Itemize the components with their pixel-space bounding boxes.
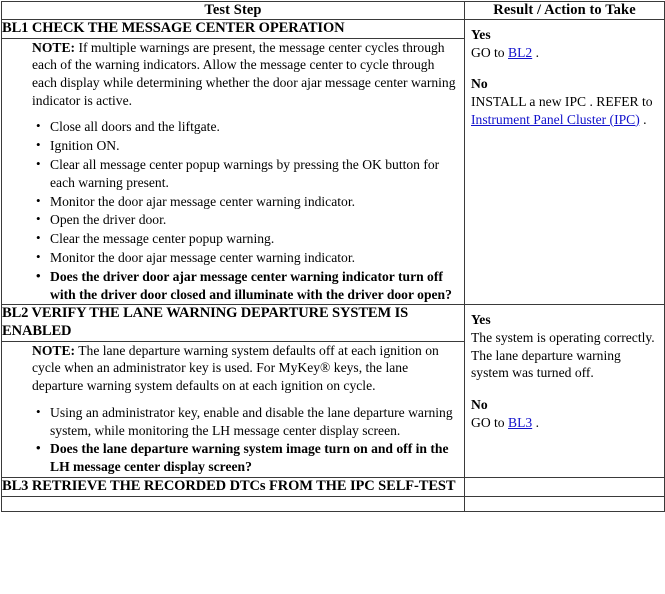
result-cell-bl1: Yes GO to BL2 . No INSTALL a new IPC . R… xyxy=(464,19,665,306)
step-body-bl1: NOTE: If multiple warnings are present, … xyxy=(1,37,465,306)
list-item: Clear all message center popup warnings … xyxy=(36,155,460,192)
link-bl3[interactable]: BL3 xyxy=(508,415,532,430)
result-no-label-bl2: No xyxy=(471,397,488,413)
result-yes-text-bl2: The system is operating correctly. The l… xyxy=(471,330,655,381)
result-cell-bl2: Yes The system is operating correctly. T… xyxy=(464,304,665,478)
step-body-bl2: NOTE: The lane departure warning system … xyxy=(1,340,465,478)
result-yes-text-bl1: GO to BL2 . xyxy=(471,44,658,62)
result-yes-label-bl1: Yes xyxy=(471,27,491,42)
result-cell-bl3 xyxy=(464,476,665,497)
result-spacer xyxy=(471,382,658,396)
result-yes-text-post-bl1: . xyxy=(532,44,539,60)
result-yes-label-bl2: Yes xyxy=(471,312,491,328)
table-row: BL3 RETRIEVE THE RECORDED DTCs FROM THE … xyxy=(1,476,665,497)
result-yes-text-pre-bl1: GO to xyxy=(471,44,509,60)
step-title-bl2: BL2 VERIFY THE LANE WARNING DEPARTURE SY… xyxy=(1,304,465,342)
note-bl1: NOTE: If multiple warnings are present, … xyxy=(2,39,464,110)
step-body-bl3 xyxy=(1,495,465,512)
note-label-bl1: NOTE: xyxy=(32,39,76,55)
list-item: Monitor the door ajar message center war… xyxy=(36,248,460,267)
step-question-bl2: Does the lane departure warning system i… xyxy=(36,439,460,476)
step-question-bl1: Does the driver door ajar message center… xyxy=(36,267,460,304)
result-cell-bl3-body xyxy=(464,495,665,512)
diagnostic-test-table: Test Step Result / Action to Take BL1 CH… xyxy=(1,1,665,512)
list-item: Ignition ON. xyxy=(36,136,460,155)
step-title-bl1: BL1 CHECK THE MESSAGE CENTER OPERATION xyxy=(1,19,465,39)
list-item: Using an administrator key, enable and d… xyxy=(36,403,460,440)
column-header-result-action: Result / Action to Take xyxy=(464,1,665,20)
result-no-text-post-bl2: . xyxy=(532,414,539,430)
column-header-test-step: Test Step xyxy=(1,1,465,20)
result-no-text-pre-bl2: GO to xyxy=(471,414,509,430)
list-item: Monitor the door ajar message center war… xyxy=(36,192,460,211)
link-instrument-panel-cluster[interactable]: Instrument Panel Cluster (IPC) xyxy=(471,112,640,127)
result-no-text-bl1: INSTALL a new IPC . REFER to Instrument … xyxy=(471,93,658,128)
table-row: BL2 VERIFY THE LANE WARNING DEPARTURE SY… xyxy=(1,304,665,478)
note-label-bl2: NOTE: xyxy=(32,342,76,358)
link-bl2[interactable]: BL2 xyxy=(508,45,532,60)
list-item: Close all doors and the liftgate. xyxy=(36,117,460,136)
step-bullet-list-bl2: Using an administrator key, enable and d… xyxy=(2,403,464,476)
table-row: BL1 CHECK THE MESSAGE CENTER OPERATION Y… xyxy=(1,19,665,306)
note-text-bl1: If multiple warnings are present, the me… xyxy=(32,39,456,108)
result-spacer xyxy=(471,61,658,75)
note-bl2: NOTE: The lane departure warning system … xyxy=(2,342,464,395)
table-row-clipped xyxy=(1,495,665,512)
list-item: Open the driver door. xyxy=(36,210,460,229)
step-title-bl3: BL3 RETRIEVE THE RECORDED DTCs FROM THE … xyxy=(1,476,465,497)
diagnostic-procedure-page: Test Step Result / Action to Take BL1 CH… xyxy=(0,0,665,594)
result-no-text-bl2: GO to BL3 . xyxy=(471,414,658,432)
result-no-label-bl1: No xyxy=(471,76,488,92)
step-bullet-list-bl1: Close all doors and the liftgate. Igniti… xyxy=(2,117,464,304)
result-no-text-pre-bl1: INSTALL a new IPC . REFER to xyxy=(471,94,653,110)
result-no-text-post-bl1: . xyxy=(639,111,647,127)
table-header-row: Test Step Result / Action to Take xyxy=(1,1,665,20)
list-item: Clear the message center popup warning. xyxy=(36,229,460,248)
note-text-bl2: The lane departure warning system defaul… xyxy=(32,342,439,394)
